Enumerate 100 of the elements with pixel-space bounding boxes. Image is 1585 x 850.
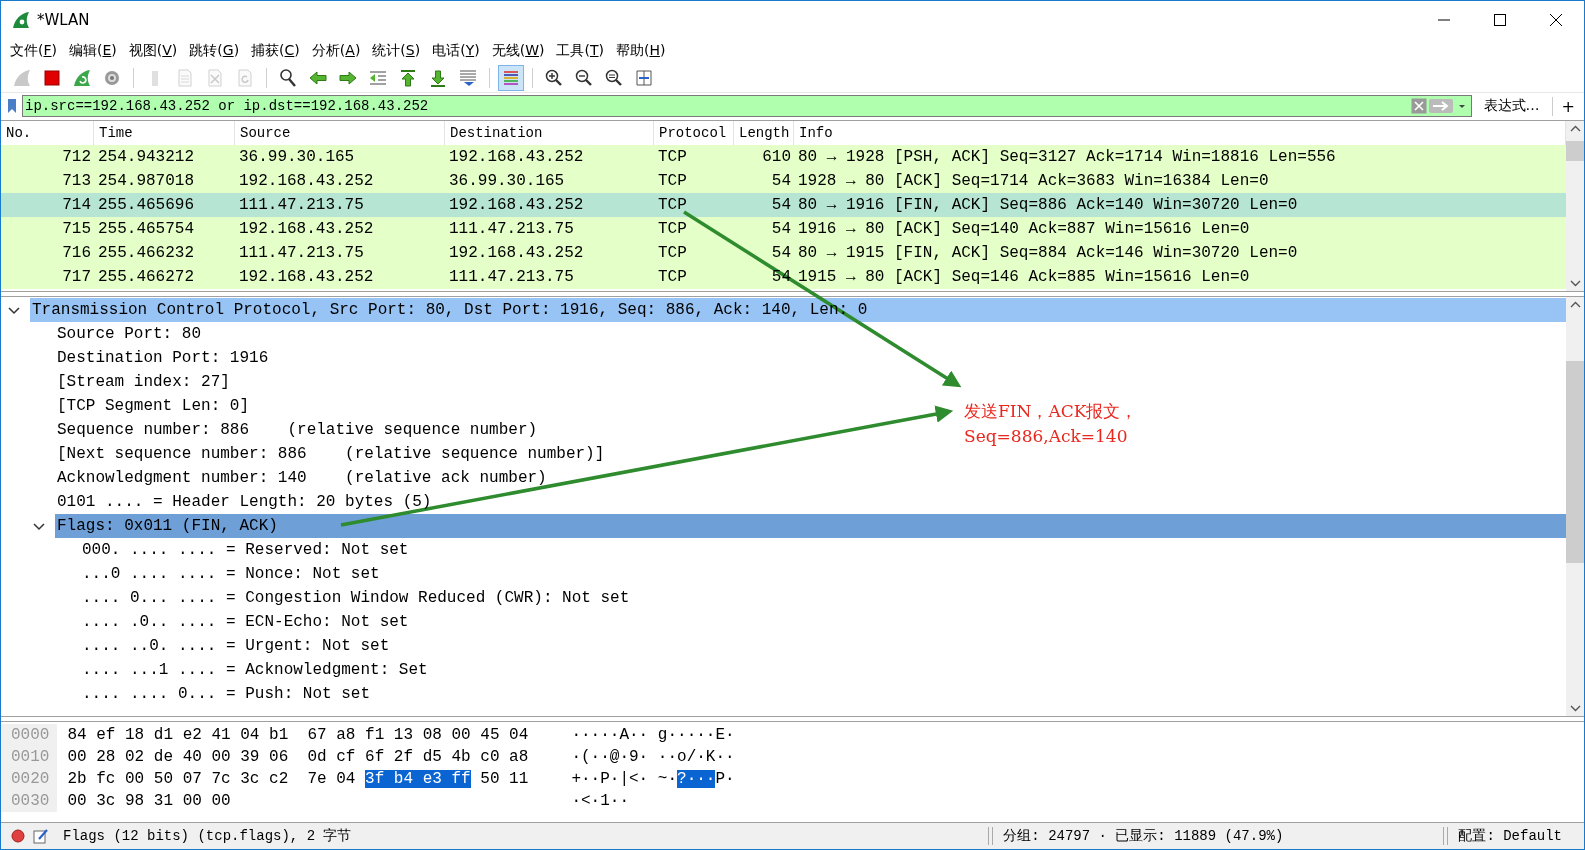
hex-bytes[interactable]: 2b fc 00 50 07 7c 3c c2 7e 04	[67, 770, 366, 788]
packet-row[interactable]: 712 254.943212 36.99.30.165 192.168.43.252 TCP 610 80 → 1928 [PSH, ACK] Seq=3127 Ack=1714 Win=18816 Len=556	[1, 145, 1566, 169]
tree-item[interactable]: ...0 .... .... = Nonce: Not set	[80, 562, 380, 586]
table-cell-text: 36.99.30.165	[448, 172, 566, 190]
table-cell-text: 712	[61, 148, 92, 166]
menu-item[interactable]: 无线(W)	[486, 42, 552, 60]
menu-item[interactable]: 视图(V)	[123, 42, 185, 60]
table-cell-text: 255.465754	[97, 220, 195, 238]
bookmark-icon[interactable]	[5, 98, 19, 114]
scroll-thumb[interactable]	[1566, 361, 1584, 563]
table-cell-text: 192.168.43.252	[448, 148, 585, 166]
tree-item[interactable]: Acknowledgment number: 140 (relative ack number)	[55, 466, 547, 490]
ascii-bytes[interactable]: +··P·|<· ~·	[571, 770, 678, 788]
table-cell-text: TCP	[657, 148, 688, 166]
hex-bytes[interactable]: 00 28 02 de 40 00 39 06 0d cf 6f 2f d5 4b c0 a8	[67, 748, 529, 766]
table-cell-text: 54	[770, 220, 792, 238]
table-cell-text: 192.168.43.252	[448, 196, 585, 214]
packet-row[interactable]: 713 254.987018 192.168.43.252 36.99.30.165 TCP 54 1928 → 80 [ACK] Seq=1714 Ack=3683 Win=16384 Len=0	[1, 169, 1566, 193]
table-cell-text: 254.987018	[97, 172, 195, 190]
byte-offset: 0000	[11, 725, 50, 746]
table-cell-text: 36.99.30.165	[238, 148, 356, 166]
ascii-bytes[interactable]: P·	[715, 770, 735, 788]
table-cell-text: 715	[61, 220, 92, 238]
table-cell-text: 716	[61, 244, 92, 262]
table-cell-text: 192.168.43.252	[238, 220, 375, 238]
packet-count: 分组: 24797 · 已显示: 11889 (47.9%)	[1003, 827, 1284, 845]
hex-bytes[interactable]: 50 11	[470, 770, 529, 788]
menu-item[interactable]: 文件(F)	[5, 42, 64, 60]
table-cell-text: 1928 → 80 [ACK] Seq=1714 Ack=3683 Win=16384 Len=0	[797, 172, 1270, 190]
tree-item[interactable]: Destination Port: 1916	[55, 346, 269, 370]
menu-item[interactable]: 编辑(E)	[64, 42, 124, 60]
tree-item[interactable]: .... 0... .... = Congestion Window Reduced (CWR): Not set	[80, 586, 630, 610]
packet-row[interactable]: 716 255.466232 111.47.213.75 192.168.43.252 TCP 54 80 → 1915 [FIN, ACK] Seq=884 Ack=146 Win=30720 Len=0	[1, 241, 1566, 265]
table-cell-text: 255.466272	[97, 268, 195, 286]
table-cell-text: 1915 → 80 [ACK] Seq=146 Ack=885 Win=15616 Len=0	[797, 268, 1251, 286]
window-title: *WLAN	[37, 10, 90, 29]
packet-row[interactable]: 715 255.465754 192.168.43.252 111.47.213.75 TCP 54 1916 → 80 [ACK] Seq=140 Ack=887 Win=15616 Len=0	[1, 217, 1566, 241]
scrollbar[interactable]	[1566, 121, 1584, 291]
menu-item[interactable]: 电话(Y)	[427, 42, 487, 60]
filter-field[interactable]: ip.src==192.168.43.252 or ip.dst==192.168.43.252	[23, 98, 1411, 114]
table-cell-text: 255.466232	[97, 244, 195, 262]
table-cell-text: TCP	[657, 220, 688, 238]
hex-bytes[interactable]: 84 ef 18 d1 e2 41 04 b1 67 a8 f1 13 08 00 45 04	[67, 726, 529, 744]
chevron-up-icon[interactable]	[1569, 125, 1581, 132]
colored-lines-icon[interactable]	[498, 65, 524, 91]
menu-item[interactable]: 捕获(C)	[246, 42, 307, 60]
tree-item[interactable]: 0101 .... = Header Length: 20 bytes (5)	[55, 490, 432, 514]
chevron-down-icon[interactable]	[1569, 705, 1581, 712]
ascii-bytes[interactable]: ?···	[677, 770, 716, 788]
table-cell-text: TCP	[657, 244, 688, 262]
tree-item[interactable]: Source Port: 80	[55, 322, 202, 346]
table-cell-text: 1916 → 80 [ACK] Seq=140 Ack=887 Win=15616 Len=0	[797, 220, 1251, 238]
table-cell-text: 54	[770, 244, 792, 262]
filter-bar[interactable]: ip.src==192.168.43.252 or ip.dst==192.168.43.252	[22, 95, 1472, 117]
menu-item[interactable]: 分析(A)	[306, 42, 368, 60]
edit-icon[interactable]	[33, 828, 49, 844]
tree-item[interactable]: [Next sequence number: 886 (relative sequence number)]	[55, 442, 605, 466]
tree-item[interactable]: .... .0.. .... = ECN-Echo: Not set	[80, 610, 409, 634]
tree-item[interactable]: [Stream index: 27]	[55, 370, 230, 394]
table-cell-text: 610	[761, 148, 792, 166]
packet-row[interactable]: 714 255.465696 111.47.213.75 192.168.43.252 TCP 54 80 → 1916 [FIN, ACK] Seq=886 Ack=140 Win=30720 Len=0	[1, 193, 1566, 217]
tree-item[interactable]: .... .... 0... = Push: Not set	[80, 682, 371, 706]
byte-offset: 0010	[11, 747, 50, 768]
hex-bytes[interactable]: 00 3c 98 31 00 00	[67, 792, 231, 810]
menu-item[interactable]: 帮助(H)	[610, 42, 673, 60]
scroll-thumb[interactable]	[1566, 141, 1584, 161]
tree-item[interactable]: Flags: 0x011 (FIN, ACK)	[55, 514, 1566, 538]
profile-label[interactable]: 配置: Default	[1458, 827, 1562, 845]
menu-item[interactable]: 工具(T)	[551, 42, 611, 60]
table-cell-text: TCP	[657, 268, 688, 286]
ascii-bytes[interactable]: ·(··@·9· ··o/·K··	[571, 748, 735, 766]
tree-item[interactable]: .... ...1 .... = Acknowledgment: Set	[80, 658, 428, 682]
table-cell-text: 192.168.43.252	[238, 172, 375, 190]
ascii-bytes[interactable]: ·<·1··	[571, 792, 629, 810]
field-info: Flags (12 bits) (tcp.flags), 2 字节	[63, 827, 352, 845]
tree-item[interactable]: [TCP Segment Len: 0]	[55, 394, 250, 418]
table-cell-text: 54	[770, 172, 792, 190]
table-cell-text: 254.943212	[97, 148, 195, 166]
table-cell-text: 717	[61, 268, 92, 286]
menu-item[interactable]: 跳转(G)	[184, 42, 247, 60]
scrollbar[interactable]	[1566, 297, 1584, 716]
table-cell-text: 111.47.213.75	[448, 268, 575, 286]
clear-icon[interactable]	[1410, 98, 1427, 114]
chevron-down-icon[interactable]	[1569, 280, 1581, 287]
ascii-bytes[interactable]: ·····A·· g·····E·	[571, 726, 735, 744]
hex-bytes[interactable]: 3f b4 e3 ff	[365, 770, 471, 788]
table-cell-text: 192.168.43.252	[448, 244, 585, 262]
chevron-up-icon[interactable]	[1569, 301, 1581, 308]
menu-item[interactable]: 统计(S)	[367, 42, 428, 60]
shark-fin-icon	[11, 9, 31, 30]
table-cell-text: 111.47.213.75	[238, 244, 365, 262]
tree-item[interactable]: .... ..0. .... = Urgent: Not set	[80, 634, 390, 658]
table-cell-text: 111.47.213.75	[238, 196, 365, 214]
table-cell-text: 80 → 1915 [FIN, ACK] Seq=884 Ack=146 Win=30720 Len=0	[797, 244, 1299, 262]
tree-item[interactable]: 000. .... .... = Reserved: Not set	[80, 538, 409, 562]
table-cell-text: TCP	[657, 196, 688, 214]
tree-item[interactable]: Sequence number: 886 (relative sequence number)	[55, 418, 538, 442]
byte-offset: 0020	[11, 769, 50, 790]
status-dot-icon[interactable]	[11, 829, 25, 843]
table-cell-text: 54	[770, 196, 792, 214]
